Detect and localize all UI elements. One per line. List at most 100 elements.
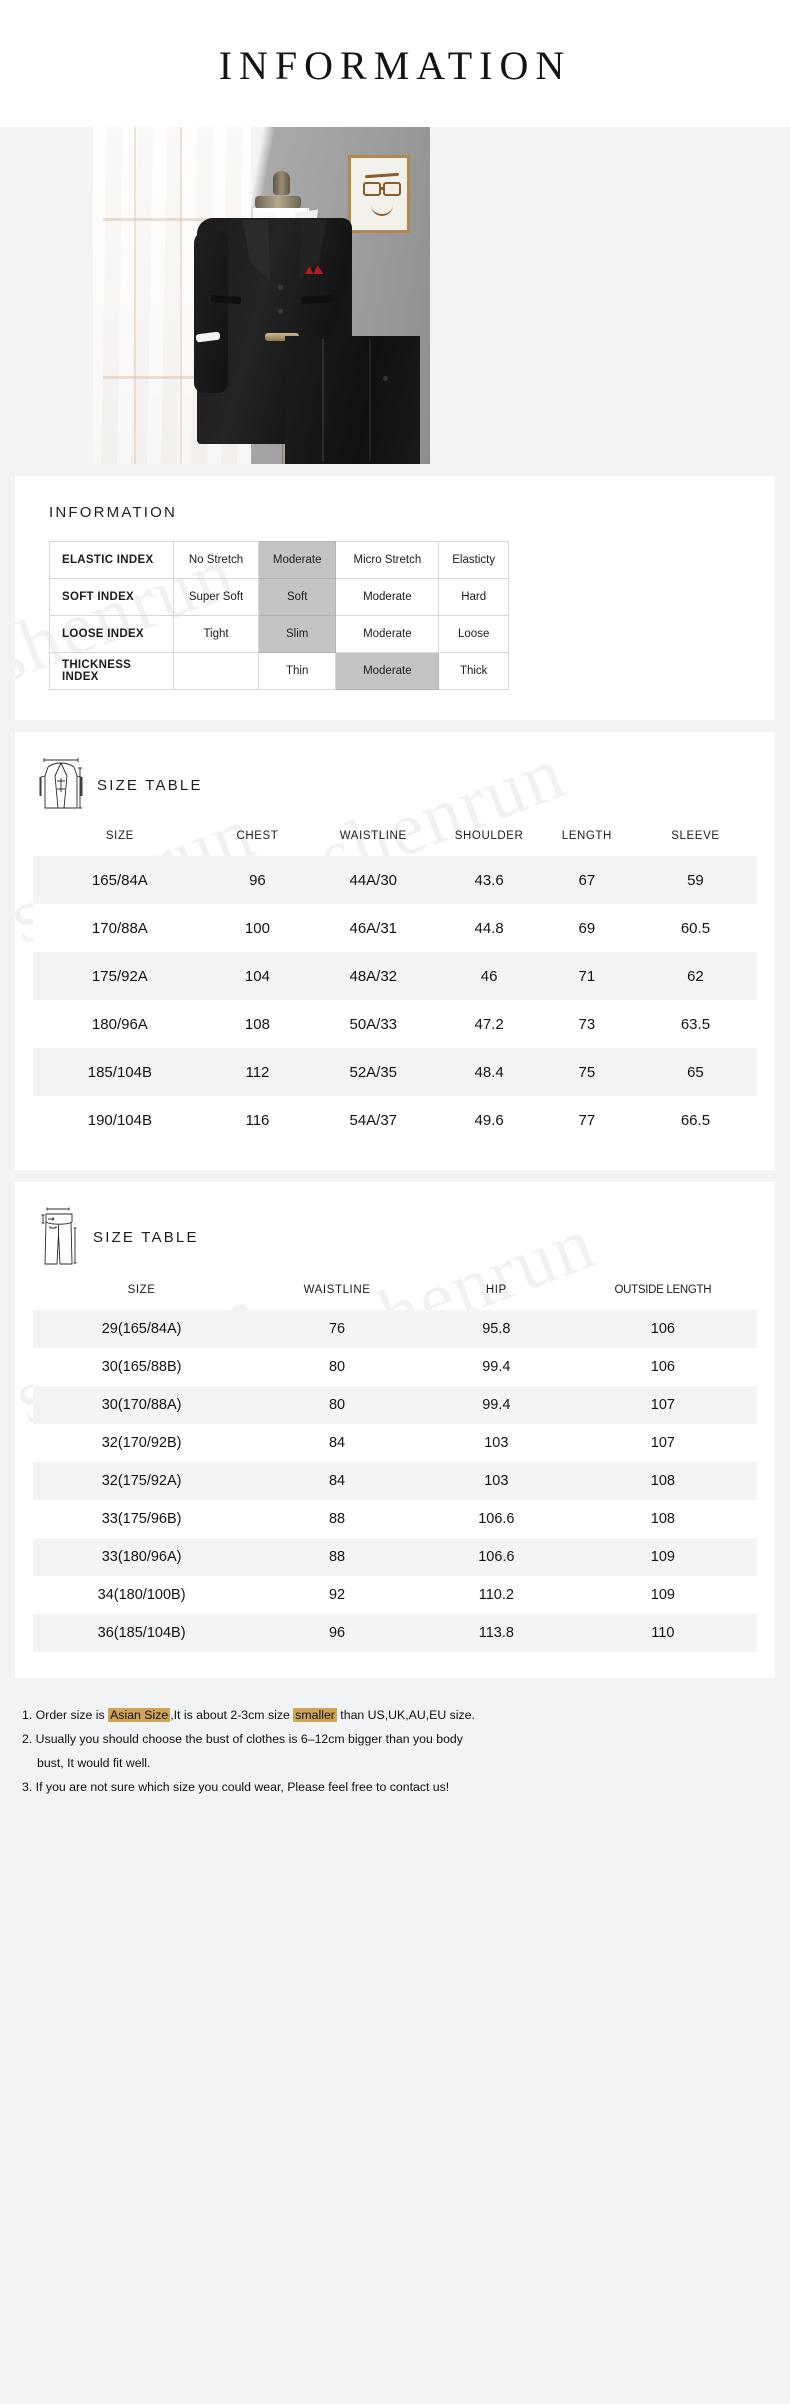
cell-waistline: 84 [250,1462,424,1500]
cell-waistline: 50A/33 [308,1000,439,1048]
cell-outside-length: 107 [568,1424,757,1462]
index-cell: Thick [438,652,509,690]
cell-length: 77 [539,1096,634,1144]
note-1-text-b: ,It is about 2-3cm size [170,1708,294,1722]
index-cell: Micro Stretch [335,541,440,579]
cell-size: 32(170/92B) [33,1424,251,1462]
column-header-sleeve: SLEEVE [671,830,720,842]
index-cell: Tight [172,615,260,653]
table-row: 185/104B 112 52A/35 48.4 75 65 [33,1048,757,1096]
cell-hip: 106.6 [423,1538,569,1576]
index-cell [172,652,260,690]
cell-size: 30(170/88A) [33,1386,251,1424]
table-row: 29(165/84A) 76 95.8 106 [33,1310,757,1348]
cell-waistline: 88 [250,1500,424,1538]
row-label: ELASTIC INDEX [49,541,174,579]
hero-section [0,127,790,464]
cell-size: 30(165/88B) [33,1348,251,1386]
column-header-shoulder: SHOULDER [454,830,524,842]
jacket-table-heading: SIZE TABLE [97,776,203,794]
cell-chest: 100 [206,904,309,952]
jacket-size-table-card: shenrun shenrun shenrun SIZ [15,732,775,1170]
table-row: 33(175/96B) 88 106.6 108 [33,1500,757,1538]
cell-hip: 95.8 [423,1310,569,1348]
cell-chest: 112 [206,1048,309,1096]
cell-length: 73 [539,1000,634,1048]
cell-shoulder: 46 [438,952,540,1000]
page-title: INFORMATION [218,43,572,88]
jacket-pocket-right [301,294,333,304]
note-1-text-c: than US,UK,AU,EU size. [336,1708,475,1722]
cell-size: 185/104B [33,1048,207,1096]
wall-picture-frame [348,155,410,233]
index-cell: Moderate [335,615,440,653]
cell-outside-length: 107 [568,1386,757,1424]
cell-waistline: 48A/32 [308,952,439,1000]
column-header-length: LENGTH [561,830,612,842]
cell-outside-length: 106 [568,1348,757,1386]
trousers-diagram-icon [41,1207,77,1265]
cell-size: 33(175/96B) [33,1500,251,1538]
index-cell-selected: Moderate [335,652,440,690]
table-header-row: SIZE WAISTLINE HIP OUTSIDE LENGTH [33,1280,757,1310]
trousers-table-heading-row: SIZE TABLE [39,1206,757,1268]
note-2-line-1: 2. Usually you should choose the bust of… [22,1731,463,1746]
cell-size: 175/92A [33,952,207,1000]
sizing-notes: 1. Order size is Asian Size ,It is about … [0,1690,790,1822]
cell-waistline: 44A/30 [308,856,439,904]
product-photo [93,127,430,464]
index-cell: Loose [438,615,509,653]
table-row: 34(180/100B) 92 110.2 109 [33,1576,757,1614]
cell-sleeve: 65 [633,1048,757,1096]
note-1: 1. Order size is Asian Size ,It is about … [22,1704,768,1728]
curtain-seam [134,127,137,464]
information-heading: INFORMATION [49,504,178,521]
framed-face-sketch-icon [359,166,401,222]
cell-waistline: 46A/31 [308,904,439,952]
trouser-crease [322,339,324,461]
cell-hip: 99.4 [423,1386,569,1424]
table-row: 175/92A 104 48A/32 46 71 62 [33,952,757,1000]
column-header-size: SIZE [105,830,134,842]
information-index-table: ELASTIC INDEX No Stretch Moderate Micro … [49,541,509,690]
jacket-sleeve-left [194,231,229,394]
trousers-size-table: SIZE WAISTLINE HIP OUTSIDE LENGTH 29(165… [33,1280,757,1652]
cell-waistline: 54A/37 [308,1096,439,1144]
cell-size: 36(185/104B) [33,1614,251,1652]
cell-outside-length: 106 [568,1310,757,1348]
cell-shoulder: 47.2 [438,1000,540,1048]
cell-outside-length: 110 [568,1614,757,1652]
column-header-waistline: WAISTLINE [339,830,407,842]
cell-size: 170/88A [33,904,207,952]
cell-size: 165/84A [33,856,207,904]
suit-trousers [285,335,420,464]
cell-size: 34(180/100B) [33,1576,251,1614]
index-cell: No Stretch [172,541,260,579]
column-header-waistline: WAISTLINE [303,1284,371,1296]
trousers-table-heading: SIZE TABLE [93,1228,199,1246]
index-cell: Elasticty [438,541,509,579]
page-title-band: INFORMATION [0,0,790,127]
cell-size: 29(165/84A) [33,1310,251,1348]
cell-waistline: 88 [250,1538,424,1576]
cell-size: 33(180/96A) [33,1538,251,1576]
table-row: 170/88A 100 46A/31 44.8 69 60.5 [33,904,757,952]
cell-waistline: 96 [250,1614,424,1652]
cell-sleeve: 66.5 [633,1096,757,1144]
index-cell: Super Soft [172,578,260,616]
row-label: THICKNESS INDEX [49,652,174,690]
cell-shoulder: 44.8 [438,904,540,952]
cell-sleeve: 60.5 [633,904,757,952]
table-row: 165/84A 96 44A/30 43.6 67 59 [33,856,757,904]
cell-outside-length: 109 [568,1576,757,1614]
mannequin-knob [273,170,291,195]
jacket-pocket-left [210,294,242,304]
cell-outside-length: 108 [568,1500,757,1538]
cell-outside-length: 108 [568,1462,757,1500]
cell-hip: 103 [423,1424,569,1462]
trousers-size-table-card: shenrun shenrun SIZE TABLE [15,1182,775,1678]
cell-shoulder: 43.6 [438,856,540,904]
jacket-table-heading-row: SIZE TABLE [39,756,757,814]
table-header-row: SIZE CHEST WAISTLINE SHOULDER LENGTH SLE… [33,826,757,856]
cell-sleeve: 59 [633,856,757,904]
